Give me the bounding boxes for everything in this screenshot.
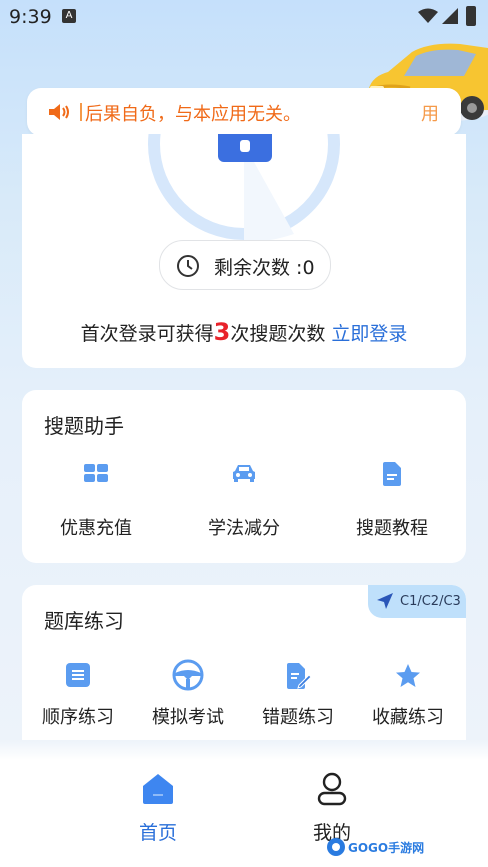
grid-label-mock-exam: 模拟考试 — [152, 707, 224, 728]
wifi-icon — [418, 8, 438, 23]
user-icon — [317, 772, 347, 806]
watermark-text: GOGO手游网 — [348, 841, 425, 855]
grid-label-mistakes: 错题练习 — [262, 707, 334, 728]
grid-item-recharge[interactable]: 优惠充值 — [48, 462, 144, 542]
practice-card: 题库练习 C1/C2/C3 顺序练习 模拟考试 错题练习 收藏练习 — [22, 585, 466, 740]
home-icon — [143, 774, 173, 804]
grid-item-sequence[interactable]: 顺序练习 — [28, 663, 128, 733]
status-bar: 9:39 A — [0, 0, 488, 34]
login-link[interactable]: 立即登录 — [331, 323, 407, 345]
star-icon — [396, 664, 420, 687]
car-icon — [233, 465, 255, 482]
grid-item-favorites[interactable]: 收藏练习 — [358, 663, 458, 733]
login-bonus-number: 3 — [213, 318, 231, 346]
notice-text-tail: 用 — [421, 104, 439, 125]
grid-label-deduction: 学法减分 — [208, 518, 280, 539]
license-type-tag[interactable]: C1/C2/C3 — [368, 585, 466, 618]
license-type-text: C1/C2/C3 — [400, 594, 461, 609]
grid-item-mistakes[interactable]: 错题练习 — [248, 663, 348, 733]
notice-divider — [80, 103, 82, 121]
clock-time: 9:39 — [9, 6, 52, 28]
notice-banner[interactable]: 后果自负，与本应用无关。 用 — [27, 88, 461, 136]
assistant-card: 搜题助手 优惠充值 学法减分 搜题教程 — [22, 390, 466, 563]
watermark-logo: GOGO手游网 — [326, 836, 426, 858]
document-icon — [383, 462, 401, 486]
steering-wheel-icon — [172, 659, 204, 691]
login-prefix: 首次登录可获得 — [80, 323, 214, 345]
notice-text: 后果自负，与本应用无关。 — [85, 104, 301, 125]
accessibility-icon: A — [62, 9, 76, 23]
tab-home-label: 首页 — [138, 822, 177, 844]
voucher-icon — [84, 464, 108, 482]
grid-label-recharge: 优惠充值 — [60, 518, 132, 539]
remaining-count-pill: 剩余次数 :0 — [159, 240, 331, 290]
grid-label-sequence: 顺序练习 — [42, 707, 114, 728]
signal-icon — [442, 8, 458, 24]
grid-label-tutorial: 搜题教程 — [356, 518, 428, 539]
camera-search-icon[interactable] — [218, 134, 272, 162]
grid-item-deduction[interactable]: 学法减分 — [196, 462, 292, 542]
speaker-icon — [49, 104, 69, 120]
grid-label-favorites: 收藏练习 — [372, 707, 444, 728]
tab-mine[interactable]: 我的 — [282, 772, 382, 844]
clock-icon — [177, 255, 199, 277]
grid-item-tutorial[interactable]: 搜题教程 — [344, 462, 440, 542]
grid-item-mock-exam[interactable]: 模拟考试 — [138, 659, 238, 733]
navigation-arrow-icon — [377, 593, 393, 609]
tab-home[interactable]: 首页 — [108, 772, 208, 844]
login-prompt: 首次登录可获得3次搜题次数 立即登录 — [22, 318, 466, 346]
list-icon — [66, 663, 90, 687]
watermark-icon — [327, 838, 345, 856]
edit-doc-icon — [287, 663, 311, 689]
login-suffix: 次搜题次数 — [230, 323, 326, 345]
practice-title: 题库练习 — [44, 609, 124, 633]
battery-icon — [466, 6, 476, 26]
remaining-count-text: 剩余次数 :0 — [214, 257, 315, 279]
search-quota-card: 剩余次数 :0 首次登录可获得3次搜题次数 立即登录 — [22, 134, 466, 368]
assistant-title: 搜题助手 — [44, 414, 124, 438]
